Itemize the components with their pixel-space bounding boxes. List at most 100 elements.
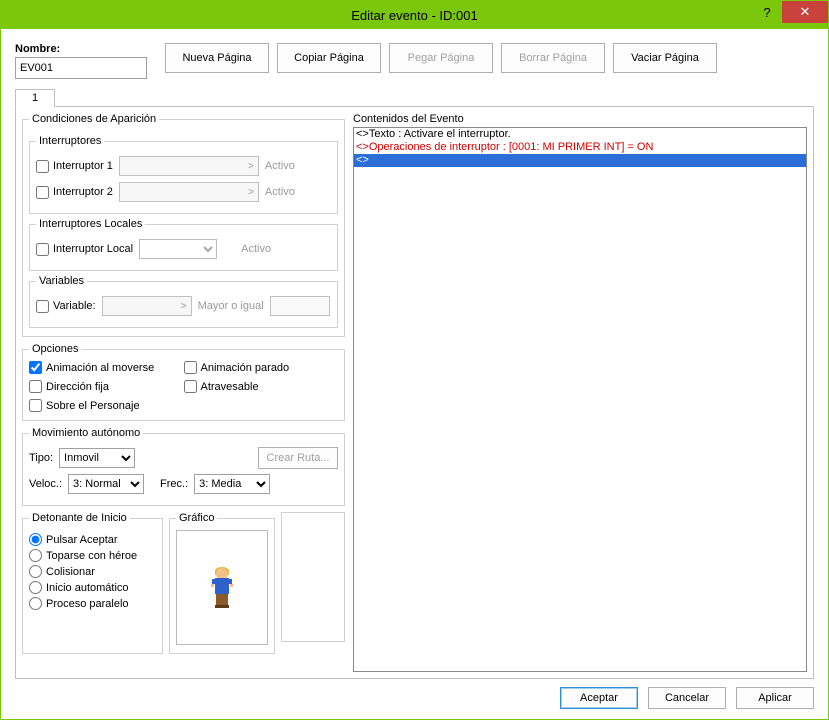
variable-label[interactable]: Variable: — [36, 300, 96, 313]
variable-checkbox[interactable] — [36, 300, 49, 313]
trigger-fieldset: Detonante de Inicio Pulsar Aceptar Topars… — [22, 512, 163, 654]
local-switch-active: Activo — [241, 243, 271, 255]
trigger-option-3[interactable]: Inicio automático — [29, 581, 156, 594]
freq-label: Frec.: — [160, 478, 188, 490]
delete-page-button[interactable]: Borrar Página — [501, 43, 605, 73]
type-select[interactable]: Inmovil — [59, 448, 135, 468]
speed-freq-row: Veloc.: 3: Normal Frec.: 3: Media — [29, 471, 338, 497]
tab-strip: 1 — [15, 89, 814, 107]
cancel-button[interactable]: Cancelar — [648, 687, 726, 709]
conditions-fieldset: Condiciones de Aparición Interruptores I… — [22, 113, 345, 337]
local-switch-fieldset: Interruptores Locales Interruptor Local … — [29, 218, 338, 271]
right-column: Contenidos del Evento <>Texto : Activare… — [353, 113, 807, 672]
graphic-box[interactable] — [176, 530, 268, 645]
trigger-radio-2[interactable] — [29, 565, 42, 578]
switch2-checkbox[interactable] — [36, 186, 49, 199]
local-switch-legend: Interruptores Locales — [36, 218, 145, 230]
trigger-radio-3[interactable] — [29, 581, 42, 594]
options-legend: Opciones — [29, 343, 81, 355]
local-switch-checkbox[interactable] — [36, 243, 49, 256]
help-button[interactable]: ? — [752, 1, 782, 23]
left-column: Condiciones de Aparición Interruptores I… — [22, 113, 345, 672]
local-switch-select[interactable] — [139, 239, 217, 259]
apply-button[interactable]: Aplicar — [736, 687, 814, 709]
local-switch-row: Interruptor Local Activo — [36, 236, 331, 262]
graphic-fieldset: Gráfico — [169, 512, 275, 654]
copy-page-button[interactable]: Copiar Página — [277, 43, 381, 73]
trigger-option-1[interactable]: Toparse con héroe — [29, 549, 156, 562]
variable-text: Variable: — [53, 300, 96, 312]
name-block: Nombre: — [15, 43, 147, 79]
through-checkbox[interactable] — [184, 380, 197, 393]
trigger-radio-1[interactable] — [29, 549, 42, 562]
event-command-line[interactable]: <> — [354, 154, 806, 167]
bottom-cells: Detonante de Inicio Pulsar Aceptar Topars… — [22, 512, 345, 654]
graphic-legend: Gráfico — [176, 512, 217, 524]
speed-select[interactable]: 3: Normal — [68, 474, 144, 494]
variables-legend: Variables — [36, 275, 87, 287]
switch1-text: Interruptor 1 — [53, 160, 113, 172]
variable-value[interactable] — [270, 296, 330, 316]
fix-dir-option[interactable]: Dirección fija — [29, 380, 184, 393]
switch2-dropdown[interactable]: > — [119, 182, 259, 202]
titlebar: Editar evento - ID:001 ? ✕ — [1, 1, 828, 29]
switch1-label[interactable]: Interruptor 1 — [36, 160, 113, 173]
through-option[interactable]: Atravesable — [184, 380, 339, 393]
switch2-text: Interruptor 2 — [53, 186, 113, 198]
event-command-line[interactable]: <>Texto : Activare el interruptor. — [354, 128, 806, 141]
trigger-option-0[interactable]: Pulsar Aceptar — [29, 533, 156, 546]
close-button[interactable]: ✕ — [782, 1, 828, 23]
autonomous-fieldset: Movimiento autónomo Tipo: Inmovil Crear … — [22, 427, 345, 506]
ok-button[interactable]: Aceptar — [560, 687, 638, 709]
footer: Aceptar Cancelar Aplicar — [15, 679, 814, 709]
empty-panel — [281, 512, 345, 642]
switch1-dropdown[interactable]: > — [119, 156, 259, 176]
local-switch-label[interactable]: Interruptor Local — [36, 243, 133, 256]
switches-legend: Interruptores — [36, 135, 104, 147]
switch1-checkbox[interactable] — [36, 160, 49, 173]
variable-gte: Mayor o igual — [198, 300, 264, 312]
create-route-button[interactable]: Crear Ruta... — [258, 447, 338, 469]
titlebar-buttons: ? ✕ — [752, 1, 828, 23]
speed-label: Veloc.: — [29, 478, 62, 490]
variable-row: Variable: > Mayor o igual — [36, 293, 331, 319]
trigger-radio-4[interactable] — [29, 597, 42, 610]
trigger-option-4[interactable]: Proceso paralelo — [29, 597, 156, 610]
trigger-options: Pulsar Aceptar Toparse con héroe Colisiona… — [29, 533, 156, 610]
move-anim-checkbox[interactable] — [29, 361, 42, 374]
paste-page-button[interactable]: Pegar Página — [389, 43, 493, 73]
conditions-legend: Condiciones de Aparición — [29, 113, 159, 125]
name-input[interactable] — [15, 57, 147, 79]
event-command-line[interactable]: <>Operaciones de interruptor : [0001: MI… — [354, 141, 806, 154]
move-anim-option[interactable]: Animación al moverse — [29, 361, 184, 374]
fix-dir-checkbox[interactable] — [29, 380, 42, 393]
stop-anim-checkbox[interactable] — [184, 361, 197, 374]
switch2-label[interactable]: Interruptor 2 — [36, 186, 113, 199]
trigger-legend: Detonante de Inicio — [29, 512, 130, 524]
variable-dropdown[interactable]: > — [102, 296, 192, 316]
above-option[interactable]: Sobre el Personaje — [29, 399, 184, 412]
switches-fieldset: Interruptores Interruptor 1 > Activo Int… — [29, 135, 338, 214]
switch1-active: Activo — [265, 160, 295, 172]
name-label: Nombre: — [15, 43, 147, 55]
trigger-radio-0[interactable] — [29, 533, 42, 546]
options-fieldset: Opciones Animación al moverse Animación … — [22, 343, 345, 421]
freq-select[interactable]: 3: Media — [194, 474, 270, 494]
tab-1[interactable]: 1 — [15, 89, 55, 107]
local-switch-text: Interruptor Local — [53, 243, 133, 255]
character-sprite — [211, 568, 233, 608]
trigger-option-2[interactable]: Colisionar — [29, 565, 156, 578]
stop-anim-option[interactable]: Animación parado — [184, 361, 339, 374]
editor-window: Editar evento - ID:001 ? ✕ Nombre: Nueva… — [0, 0, 829, 720]
variables-fieldset: Variables Variable: > Mayor o igual — [29, 275, 338, 328]
new-page-button[interactable]: Nueva Página — [165, 43, 269, 73]
above-checkbox[interactable] — [29, 399, 42, 412]
content: Nombre: Nueva Página Copiar Página Pegar… — [1, 29, 828, 719]
event-contents-list[interactable]: <>Texto : Activare el interruptor.<>Oper… — [353, 127, 807, 672]
switch1-row: Interruptor 1 > Activo — [36, 153, 331, 179]
clear-page-button[interactable]: Vaciar Página — [613, 43, 717, 73]
type-label: Tipo: — [29, 452, 53, 464]
switch2-active: Activo — [265, 186, 295, 198]
page-body: Condiciones de Aparición Interruptores I… — [15, 107, 814, 679]
top-row: Nombre: Nueva Página Copiar Página Pegar… — [15, 43, 814, 79]
